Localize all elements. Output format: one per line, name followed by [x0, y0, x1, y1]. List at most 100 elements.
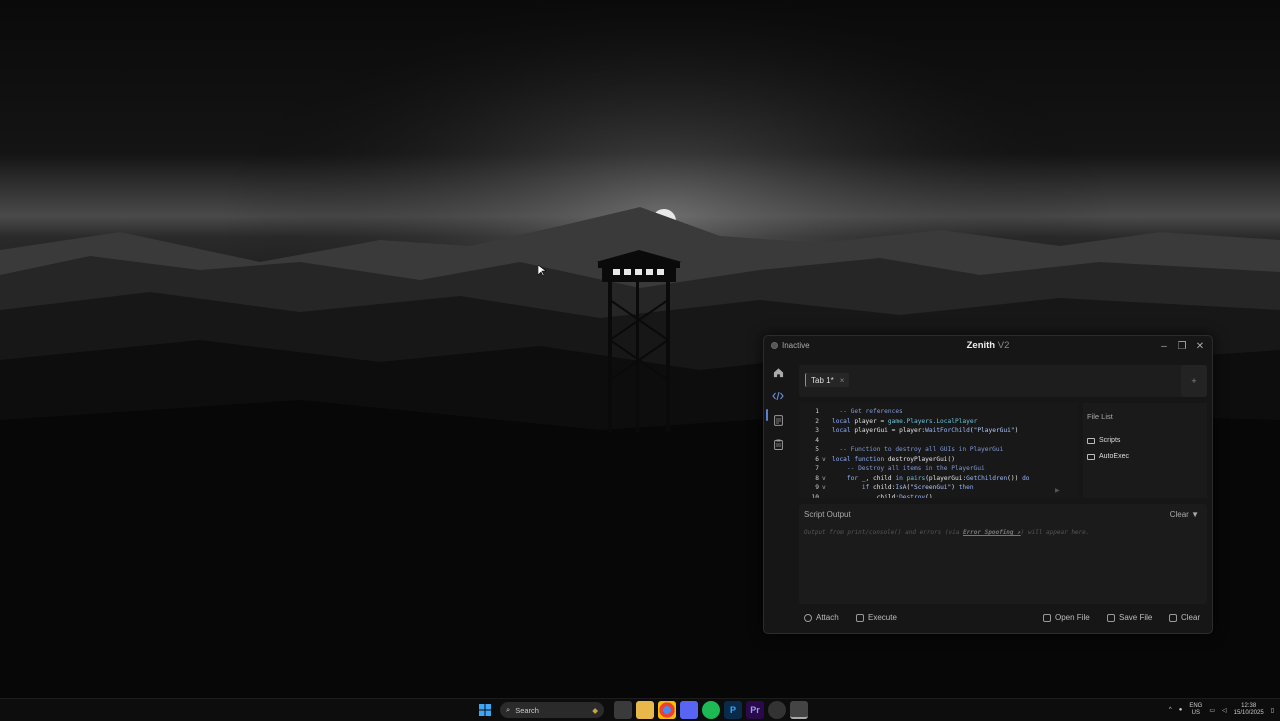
code-line[interactable]: 10 child:Destroy()	[799, 493, 1078, 499]
windows-logo-icon	[479, 704, 491, 716]
clipboard-icon	[773, 439, 783, 450]
code-text: -- Destroy all items in the PlayerGui	[832, 465, 985, 472]
sidebar-home[interactable]	[769, 363, 787, 381]
taskbar-search[interactable]: ⌕ Search ◆	[500, 702, 604, 718]
search-label: Search	[515, 705, 539, 715]
save-file-label: Save File	[1119, 613, 1153, 622]
fold-toggle-icon[interactable]: v	[822, 483, 826, 493]
code-text: if child:IsA("ScreenGui") then	[861, 484, 974, 491]
sidebar-scripts[interactable]	[769, 411, 787, 429]
file-list-title: File List	[1087, 412, 1113, 421]
app-version: V2	[997, 340, 1010, 351]
photoshop-icon[interactable]: P	[724, 701, 742, 719]
sidebar-editor[interactable]	[769, 387, 787, 405]
folder-scripts[interactable]: Scripts	[1087, 437, 1120, 444]
sidebar-clipboard[interactable]	[769, 435, 787, 453]
code-text: local playerGui = player:WaitForChild("P…	[832, 427, 1019, 434]
code-line[interactable]: 2 local player = game.Players.LocalPlayer	[799, 417, 1078, 427]
clear-editor-button[interactable]: Clear	[1169, 613, 1200, 622]
start-button[interactable]	[476, 701, 494, 719]
premiere-label: Pr	[750, 705, 760, 715]
chrome-icon[interactable]	[658, 701, 676, 719]
folder-label: AutoExec	[1099, 453, 1129, 460]
tab-bar: Tab 1* × +	[799, 365, 1207, 397]
open-file-button[interactable]: Open File	[1043, 613, 1090, 622]
task-view-icon[interactable]	[614, 701, 632, 719]
microphone-icon[interactable]: ●	[1179, 707, 1183, 713]
sidebar-active-indicator	[766, 409, 768, 421]
sidebar: ⚙	[764, 358, 792, 633]
search-highlight-icon: ◆	[592, 705, 598, 715]
line-number: 1	[815, 408, 819, 415]
folder-label: Scripts	[1099, 437, 1121, 444]
premiere-icon[interactable]: Pr	[746, 701, 764, 719]
fold-toggle-icon[interactable]: v	[822, 455, 826, 465]
open-folder-icon	[1043, 613, 1051, 622]
network-icon[interactable]: ▭	[1209, 707, 1215, 714]
code-line[interactable]: 8v for _, child in pairs(playerGui:GetCh…	[799, 474, 1078, 484]
restore-button[interactable]: ❐	[1174, 339, 1190, 353]
line-number: 9	[815, 484, 819, 491]
clock[interactable]: 12:38 15/10/2025	[1234, 703, 1264, 717]
placeholder-text-end: ) will appear here.	[1020, 529, 1090, 536]
folder-icon	[1087, 453, 1095, 460]
line-number: 2	[815, 417, 819, 425]
code-editor[interactable]: 1 -- Get references 2 local player = game.…	[799, 403, 1078, 498]
code-line[interactable]: 9v if child:IsA("ScreenGui") then	[799, 483, 1078, 493]
code-line[interactable]: 1 -- Get references	[799, 407, 1078, 417]
clock-date: 15/10/2025	[1233, 710, 1264, 716]
fold-toggle-icon[interactable]: v	[822, 474, 826, 484]
tab-1[interactable]: Tab 1* ×	[805, 373, 850, 387]
mouse-cursor-icon	[538, 265, 546, 277]
code-line[interactable]: 4	[799, 436, 1078, 446]
photoshop-label: P	[729, 705, 736, 715]
code-text: local player = game.Players.LocalPlayer	[832, 417, 978, 425]
taskbar: ⌕ Search ◆ P Pr ^ ● ENG US ▭ ◁ 12:38 15/…	[0, 698, 1280, 721]
clear-file-icon	[1169, 613, 1177, 622]
line-number: 6	[815, 455, 819, 463]
file-explorer-icon[interactable]	[636, 701, 654, 719]
clock-time: 12:38	[1241, 703, 1257, 709]
discord-icon[interactable]	[680, 701, 698, 719]
error-spoofing-link[interactable]: Error Spoofing ↗	[963, 529, 1021, 536]
run-line-icon[interactable]: ▶	[1055, 487, 1060, 494]
code-text: -- Get references	[832, 408, 903, 415]
attach-button[interactable]: Attach	[804, 613, 839, 622]
code-line[interactable]: 7 -- Destroy all items in the PlayerGui	[799, 464, 1078, 474]
save-file-icon	[1107, 613, 1115, 622]
app-name: Zenith	[966, 340, 996, 351]
save-file-button[interactable]: Save File	[1107, 613, 1152, 622]
line-number: 4	[815, 436, 819, 444]
folder-autoexec[interactable]: AutoExec	[1087, 453, 1129, 460]
clear-editor-label: Clear	[1181, 613, 1201, 622]
zenith-app-icon[interactable]	[790, 701, 808, 719]
window-titlebar[interactable]: Inactive Zenith V2 – ❐ ✕	[764, 336, 1212, 356]
code-line[interactable]: 6 v local function destroyPlayerGui()	[799, 455, 1078, 465]
code-line[interactable]: 3 local playerGui = player:WaitForChild("…	[799, 426, 1078, 436]
search-icon: ⌕	[506, 705, 511, 714]
code-line[interactable]: 5 -- Function to destroy all GUIs in Pla…	[799, 445, 1078, 455]
execute-button[interactable]: Execute	[856, 613, 897, 622]
chevron-down-icon: ▼	[1191, 510, 1199, 519]
output-title: Script Output	[804, 510, 851, 519]
code-text: child:Destroy()	[832, 493, 933, 499]
minimize-button[interactable]: –	[1156, 339, 1172, 353]
output-clear-dropdown[interactable]: Clear ▼	[1170, 510, 1199, 519]
add-tab-button[interactable]: +	[1181, 365, 1207, 397]
spotify-icon[interactable]	[702, 701, 720, 719]
tab-close-icon[interactable]: ×	[840, 376, 845, 385]
close-button[interactable]: ✕	[1192, 339, 1208, 353]
notifications-icon[interactable]: ▯	[1271, 707, 1274, 714]
volume-icon[interactable]: ◁	[1222, 707, 1227, 714]
execute-icon	[856, 613, 864, 622]
lang-bottom: US	[1191, 710, 1201, 716]
steam-icon[interactable]	[768, 701, 786, 719]
tray-chevron-up-icon[interactable]: ^	[1169, 707, 1172, 713]
file-list-panel: File List Scripts AutoExec	[1083, 403, 1207, 498]
attach-label: Attach	[816, 613, 839, 622]
footer-toolbar: Attach Execute Open File Save File Clear	[799, 610, 1209, 628]
language-indicator[interactable]: ENG US	[1189, 703, 1202, 717]
line-number: 3	[815, 427, 819, 434]
tab-label: Tab 1*	[811, 375, 834, 385]
attach-icon	[804, 613, 812, 622]
